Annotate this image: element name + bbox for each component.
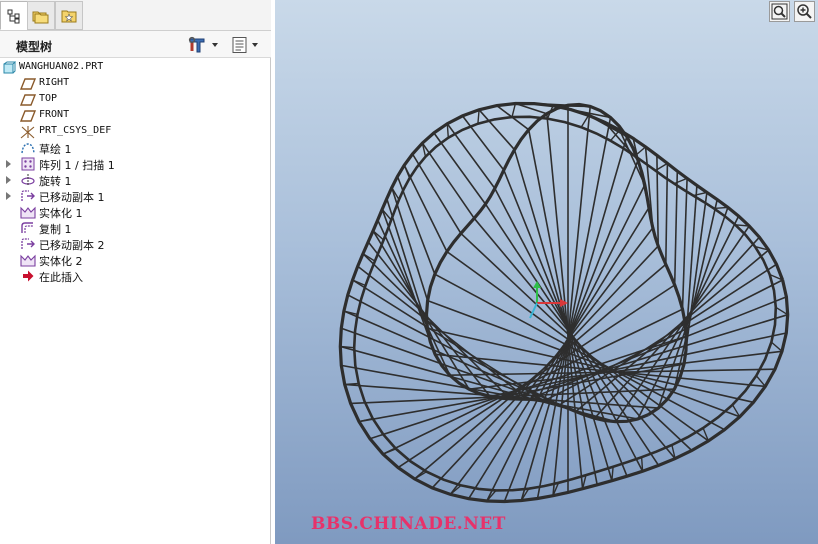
list-options-icon — [232, 37, 247, 53]
wire-segment — [520, 136, 628, 501]
wire-segment — [513, 149, 613, 481]
datum-plane-icon — [20, 93, 36, 107]
wire-segment — [546, 113, 584, 489]
tree-item-label: 实体化 2 — [39, 255, 83, 268]
expand-arrow-icon[interactable] — [6, 176, 11, 184]
insert-here-arrow-icon — [20, 269, 36, 283]
tree-item-label: 已移动副本 2 — [39, 239, 105, 252]
wire-segment — [382, 448, 397, 455]
wire-segment — [770, 341, 783, 352]
tab-model-tree[interactable] — [0, 1, 28, 30]
tree-item-part[interactable]: WANGHUAN02.PRT — [0, 60, 271, 76]
chevron-down-icon — [252, 43, 258, 47]
app-window: 模型树 WANGHUAN02.PRT RIGHT TOP FRONT PRT_C… — [0, 0, 818, 544]
zoom-fit-icon — [771, 3, 788, 20]
tree-item-label: RIGHT — [39, 77, 70, 88]
expand-arrow-icon[interactable] — [6, 192, 11, 200]
wire-segment — [609, 129, 621, 142]
revolve-icon — [20, 173, 36, 187]
wire-segment — [403, 164, 411, 179]
expand-arrow-icon[interactable] — [6, 160, 11, 168]
wire-segment — [611, 466, 614, 481]
wire-segment — [713, 206, 728, 210]
wire-segment — [673, 171, 679, 286]
tree-item-copy-1[interactable]: 复制 1 — [0, 220, 271, 236]
tree-item-label: FRONT — [39, 109, 70, 120]
tree-item-label: 在此插入 — [39, 271, 83, 284]
wire-segment — [673, 177, 688, 185]
tree-show-button[interactable] — [231, 36, 258, 54]
viewport-toolbar — [766, 0, 818, 22]
solidify-icon — [20, 205, 36, 219]
copy-icon — [20, 221, 36, 235]
csys-y-arrow — [533, 281, 541, 288]
graphics-viewport[interactable]: BBS.CHINADE.NET — [275, 0, 818, 544]
model-tree: WANGHUAN02.PRT RIGHT TOP FRONT PRT_CSYS_… — [0, 60, 271, 284]
datum-plane-icon — [20, 109, 36, 123]
wire-segment — [693, 191, 708, 197]
navigator-tabbar — [0, 0, 271, 31]
favorites-icon — [61, 10, 77, 22]
tree-settings-button[interactable] — [187, 36, 218, 54]
moved-copy-icon — [20, 237, 36, 251]
tree-item-front-plane[interactable]: FRONT — [0, 108, 271, 124]
wire-segment — [640, 457, 644, 472]
pattern-icon — [20, 157, 36, 171]
tab-folder-browser[interactable] — [27, 1, 55, 30]
solidify-icon — [20, 253, 36, 267]
model-tree-header: 模型树 — [0, 31, 271, 58]
wire-segment — [615, 225, 750, 423]
tree-item-sketch[interactable]: 草绘 1 — [0, 140, 271, 156]
tree-item-label: PRT_CSYS_DEF — [39, 125, 112, 136]
wire-segment — [477, 109, 480, 124]
tree-item-solidify-1[interactable]: 实体化 1 — [0, 204, 271, 220]
tab-favorites[interactable] — [55, 1, 83, 30]
wire-segment — [681, 178, 688, 310]
moved-copy-icon — [20, 189, 36, 203]
tree-item-label: 实体化 1 — [39, 207, 83, 220]
wire-segment — [352, 279, 545, 402]
tree-item-top-plane[interactable]: TOP — [0, 92, 271, 108]
wire-segment — [580, 115, 590, 128]
tree-item-revolve[interactable]: 旋转 1 — [0, 172, 271, 188]
wire-segment — [446, 123, 449, 138]
wire-segment — [343, 310, 577, 413]
zoom-in-icon — [797, 4, 812, 19]
zoom-in-button[interactable] — [794, 1, 815, 22]
datum-plane-icon — [20, 77, 36, 91]
tree-item-label: 复制 1 — [39, 223, 72, 236]
chevron-down-icon — [212, 43, 218, 47]
tree-item-label: TOP — [39, 93, 58, 104]
sketch-icon — [20, 141, 36, 155]
watermark: BBS.CHINADE.NET — [311, 514, 506, 534]
tree-item-pattern[interactable]: 阵列 1 / 扫描 1 — [0, 156, 271, 172]
wire-segment — [344, 382, 359, 386]
wire-segment — [421, 142, 475, 219]
tree-item-csys[interactable]: PRT_CSYS_DEF — [0, 124, 271, 140]
wireframe-model — [338, 101, 790, 504]
tree-item-label: 草绘 1 — [39, 143, 72, 156]
tree-item-right-plane[interactable]: RIGHT — [0, 76, 271, 92]
tree-item-insert-here[interactable]: 在此插入 — [0, 268, 271, 284]
part-icon — [1, 61, 17, 75]
model-tree-icon — [7, 9, 20, 23]
tools-icon — [188, 36, 205, 53]
left-panel: 模型树 WANGHUAN02.PRT RIGHT TOP FRONT PRT_C… — [0, 0, 271, 544]
model-tree-title: 模型树 — [16, 40, 53, 54]
tree-item-moved-copy-2[interactable]: 已移动副本 2 — [0, 236, 271, 252]
tree-item-label: 旋转 1 — [39, 175, 72, 188]
tree-item-solidify-2[interactable]: 实体化 2 — [0, 252, 271, 268]
tree-item-label: 已移动副本 1 — [39, 191, 105, 204]
zoom-fit-button[interactable] — [769, 1, 790, 22]
wire-segment — [461, 115, 505, 171]
wire-segment — [755, 375, 766, 387]
tree-item-moved-copy-1[interactable]: 已移动副本 1 — [0, 188, 271, 204]
tree-item-label: 阵列 1 / 扫描 1 — [39, 159, 115, 172]
tree-item-label: WANGHUAN02.PRT — [19, 61, 104, 72]
wire-segment — [511, 103, 517, 118]
coordinate-system-icon — [20, 125, 36, 139]
wire-segment — [411, 153, 462, 234]
folder-icon — [32, 11, 49, 23]
